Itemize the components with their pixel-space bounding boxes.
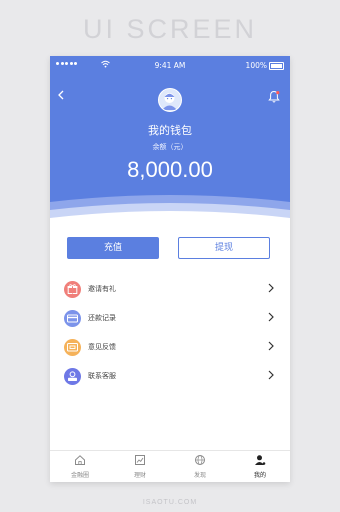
watermark-top: UI SCREEN [82, 14, 258, 44]
menu-label: 邀请有礼 [88, 285, 116, 293]
header-wave [50, 195, 290, 228]
avatar[interactable] [158, 88, 182, 112]
menu-label: 意见反馈 [88, 343, 116, 351]
tab-bar: 金融圈 理财 发现 我的 [50, 450, 290, 482]
chevron-right-icon [268, 283, 274, 293]
balance-label: 余额（元） [152, 143, 188, 151]
user-icon [255, 455, 266, 465]
menu-item-invite[interactable]: 邀请有礼 [50, 278, 290, 307]
back-arrow-icon[interactable] [57, 90, 65, 100]
gift-icon [64, 281, 81, 298]
menu-item-feedback[interactable]: 意见反馈 [50, 336, 290, 365]
chevron-right-icon [268, 370, 274, 380]
wallet-title: 我的钱包 [148, 124, 192, 137]
menu-list: 邀请有礼 还款记录 意见反馈 联系客服 [50, 278, 290, 394]
tab-label: 理财 [133, 472, 146, 479]
status-bar: 9:41 AM 100% [50, 60, 290, 72]
wallet-header: 9:41 AM 100% 我的钱包 余额（元） 8,000.00 [50, 56, 290, 228]
card-icon [64, 310, 81, 327]
withdraw-button[interactable]: 提现 [178, 237, 270, 259]
feedback-icon [64, 339, 81, 356]
menu-item-repayment[interactable]: 还款记录 [50, 307, 290, 336]
avatar-face-icon [162, 93, 177, 110]
home-icon [75, 455, 85, 465]
tab-finance-circle[interactable]: 金融圈 [50, 451, 110, 482]
chart-icon [135, 455, 145, 465]
balance-amount: 8,000.00 [127, 157, 213, 182]
globe-icon [195, 455, 205, 465]
bell-icon[interactable] [268, 90, 280, 103]
tab-label: 我的 [253, 472, 266, 479]
battery-percent: 100% [245, 61, 267, 70]
watermark-bottom: ISAOTU.COM [142, 499, 198, 506]
battery-icon [269, 62, 284, 70]
service-icon [64, 368, 81, 385]
tab-wealth[interactable]: 理财 [110, 451, 170, 482]
menu-item-service[interactable]: 联系客服 [50, 365, 290, 394]
tab-mine[interactable]: 我的 [230, 451, 290, 482]
menu-label: 联系客服 [88, 372, 116, 380]
tab-discover[interactable]: 发现 [170, 451, 230, 482]
phone-screen: 9:41 AM 100% 我的钱包 余额（元） 8,000.00 充值 提现 邀… [50, 56, 290, 482]
chevron-right-icon [268, 341, 274, 351]
menu-label: 还款记录 [88, 314, 116, 322]
chevron-right-icon [268, 312, 274, 322]
tab-label: 发现 [193, 472, 206, 479]
tab-label: 金融圈 [70, 472, 89, 479]
recharge-button[interactable]: 充值 [67, 237, 159, 259]
